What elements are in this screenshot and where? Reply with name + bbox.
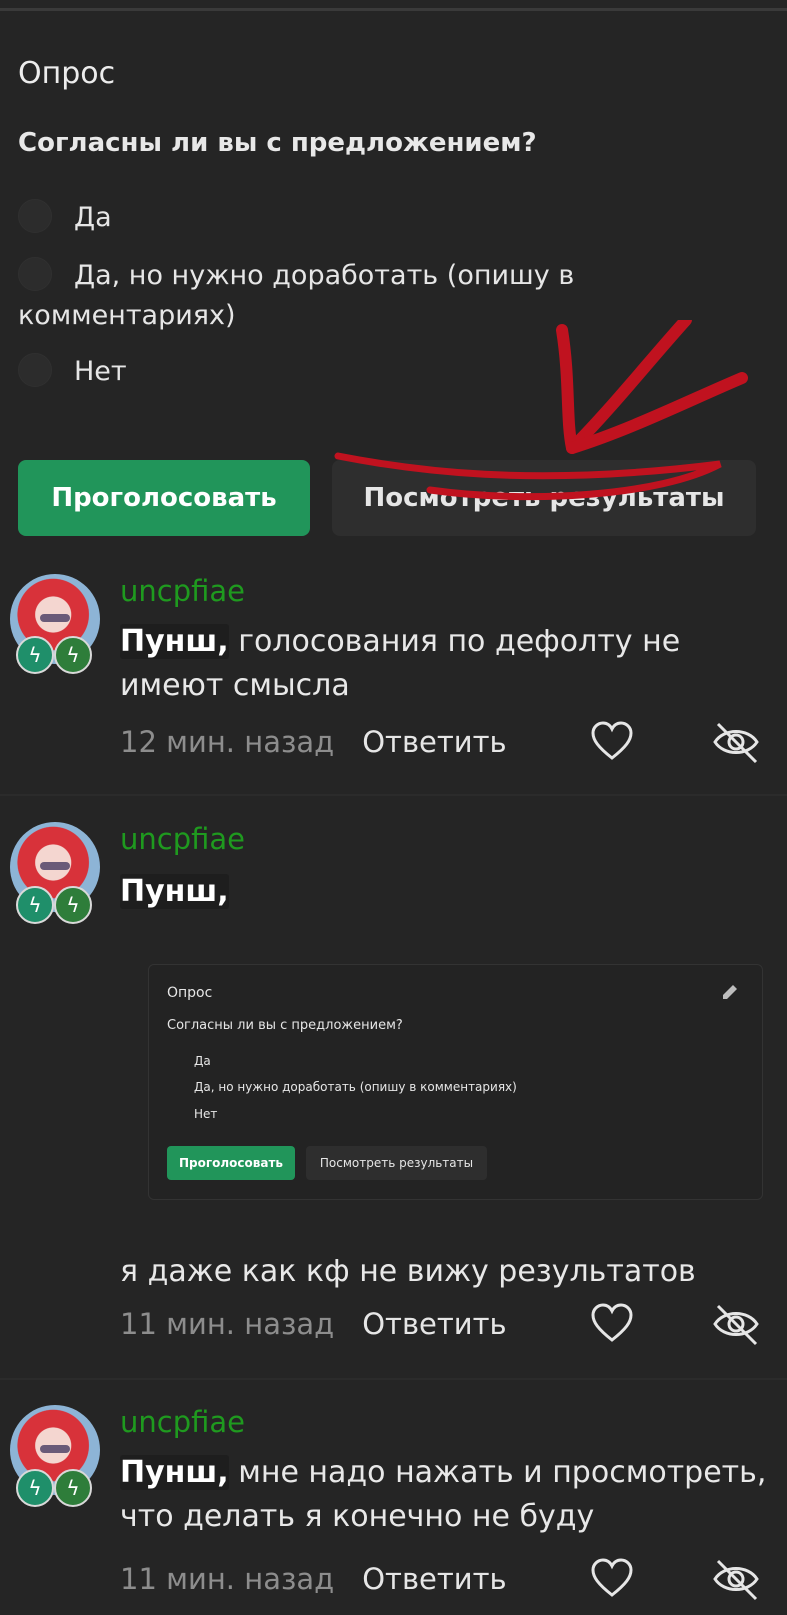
- poll-option-label: Да: [74, 202, 112, 233]
- comment-time: 11 мин. назад: [120, 1307, 335, 1341]
- embedded-poll-option: Да: [194, 1054, 211, 1068]
- comment-text: Пунш,: [120, 870, 770, 914]
- heart-icon[interactable]: [590, 1302, 634, 1346]
- reply-button[interactable]: Ответить: [362, 725, 506, 759]
- embedded-poll-question: Согласны ли вы с предложением?: [167, 1018, 403, 1033]
- embedded-poll-title: Опрос: [167, 985, 213, 1001]
- lightning-icon: ϟ: [54, 1469, 92, 1507]
- comment-text: я даже как кф не вижу результатов: [120, 1254, 696, 1289]
- comment-text: Пунш, голосования по дефолту не имеют см…: [120, 620, 770, 708]
- poll: Опрос Согласны ли вы с предложением? Да …: [18, 56, 768, 387]
- comment-time: 12 мин. назад: [120, 725, 335, 759]
- embedded-vote-button: Проголосовать: [167, 1146, 295, 1180]
- lightning-icon: ϟ: [16, 1469, 54, 1507]
- comment-meta: 11 мин. назад Ответить: [120, 1302, 770, 1346]
- mention[interactable]: Пунш,: [120, 624, 229, 659]
- page: Опрос Согласны ли вы с предложением? Да …: [0, 0, 787, 1615]
- reply-button[interactable]: Ответить: [362, 1307, 506, 1341]
- embedded-poll-option: Да, но нужно доработать (опишу в коммент…: [194, 1080, 517, 1094]
- poll-option-1[interactable]: Да: [18, 198, 758, 238]
- comment-meta: 12 мин. назад Ответить: [120, 720, 770, 764]
- divider: [0, 1378, 787, 1380]
- vote-button[interactable]: Проголосовать: [18, 460, 310, 536]
- lightning-icon: ϟ: [54, 636, 92, 674]
- radio-button[interactable]: [18, 352, 52, 387]
- poll-option-3[interactable]: Нет: [18, 352, 758, 392]
- heart-icon[interactable]: [590, 720, 634, 764]
- comment-username[interactable]: uncpfiae: [120, 574, 245, 608]
- pencil-icon: [723, 985, 737, 999]
- comment-username[interactable]: uncpfiae: [120, 1405, 245, 1439]
- radio-button[interactable]: [18, 256, 52, 291]
- comment-time: 11 мин. назад: [120, 1562, 335, 1596]
- lightning-icon: ϟ: [16, 636, 54, 674]
- radio-button[interactable]: [18, 198, 52, 233]
- mention[interactable]: Пунш,: [120, 874, 229, 909]
- top-divider: [0, 8, 787, 11]
- comment-text: Пунш, мне надо нажать и просмотреть, что…: [120, 1451, 770, 1539]
- poll-option-2[interactable]: Да, но нужно доработать (опишу в коммент…: [18, 256, 758, 336]
- embedded-poll-option: Нет: [194, 1107, 218, 1121]
- comment-username[interactable]: uncpfiae: [120, 822, 245, 856]
- poll-question: Согласны ли вы с предложением?: [18, 128, 537, 158]
- eye-slash-icon[interactable]: [712, 720, 760, 764]
- lightning-icon: ϟ: [16, 886, 54, 924]
- heart-icon[interactable]: [590, 1557, 634, 1601]
- poll-title: Опрос: [18, 56, 116, 91]
- poll-option-label: Нет: [74, 356, 127, 387]
- poll-option-label: Да, но нужно доработать (опишу в коммент…: [18, 260, 575, 331]
- lightning-icon: ϟ: [54, 886, 92, 924]
- embedded-poll-image: Опрос Согласны ли вы с предложением? Да …: [148, 964, 763, 1200]
- reply-button[interactable]: Ответить: [362, 1562, 506, 1596]
- eye-slash-icon[interactable]: [712, 1302, 760, 1346]
- comment-meta: 11 мин. назад Ответить: [120, 1557, 770, 1601]
- embedded-view-results-button: Посмотреть результаты: [306, 1146, 487, 1180]
- eye-slash-icon[interactable]: [712, 1557, 760, 1601]
- divider: [0, 794, 787, 796]
- view-results-button[interactable]: Посмотреть результаты: [332, 460, 756, 536]
- mention[interactable]: Пунш,: [120, 1455, 229, 1490]
